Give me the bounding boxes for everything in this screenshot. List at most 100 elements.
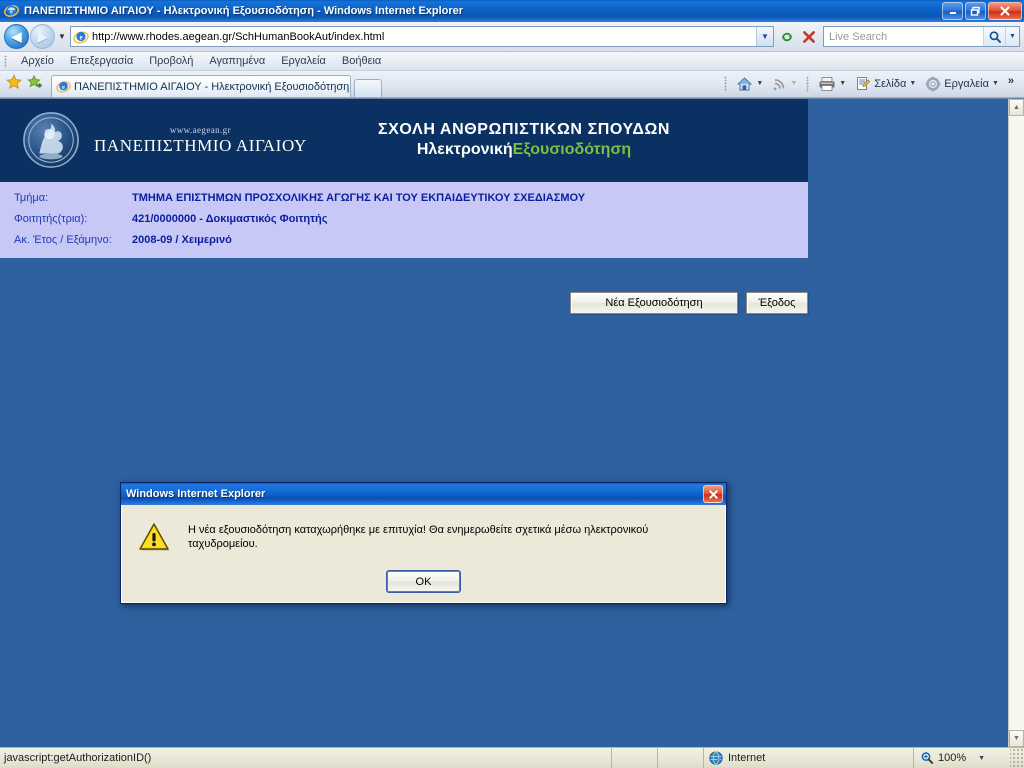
menu-item-file[interactable]: Αρχείο xyxy=(13,53,62,69)
new-tab-button[interactable] xyxy=(354,79,382,97)
school-name-label: ΣΧΟΛΗ ΑΝΘΡΩΠΙΣΤΙΚΩΝ ΣΠΟΥΔΩΝ xyxy=(377,121,671,138)
tab-title: ΠΑΝΕΠΙΣΤΗΜΙΟ ΑΙΓΑΙΟΥ - Ηλεκτρονική Εξουσ… xyxy=(74,80,350,93)
search-box[interactable]: Live Search ▼ xyxy=(823,26,1020,47)
tools-menu-label: Εργαλεία xyxy=(944,77,989,90)
chevron-down-icon[interactable]: ▼ xyxy=(992,80,999,87)
dialog-message-text: Η νέα εξουσιοδότηση καταχωρήθηκε με επιτ… xyxy=(188,523,649,550)
tab-active[interactable]: e ΠΑΝΕΠΙΣΤΗΜΙΟ ΑΙΓΑΙΟΥ - Ηλεκτρονική Εξο… xyxy=(51,75,351,97)
internet-explorer-icon: e xyxy=(4,3,20,19)
address-input-value[interactable]: http://www.rhodes.aegean.gr/SchHumanBook… xyxy=(92,31,756,43)
scroll-down-button[interactable]: ▼ xyxy=(1009,730,1024,747)
forward-button[interactable]: ▶ xyxy=(30,24,55,49)
security-zone-indicator[interactable]: Internet xyxy=(704,748,914,768)
print-button[interactable]: ▼ xyxy=(814,73,850,95)
app-title-label: ΗλεκτρονικήΕξουσιοδότηση xyxy=(417,141,631,159)
chevron-down-icon[interactable]: ▼ xyxy=(839,80,846,87)
navigation-toolbar: ◀ ▶ ▼ e http://www.rhodes.aegean.gr/SchH… xyxy=(0,22,1024,52)
window-title: ΠΑΝΕΠΙΣΤΗΜΙΟ ΑΙΓΑΙΟΥ - Ηλεκτρονική Εξουσ… xyxy=(24,5,464,17)
vertical-scrollbar[interactable]: ▲ ▼ xyxy=(1008,99,1024,747)
app-title-part-white: Ηλεκτρονική xyxy=(416,141,513,158)
dialog-titlebar: Windows Internet Explorer xyxy=(121,483,726,505)
zoom-level-label: 100% xyxy=(938,752,967,764)
menu-item-view[interactable]: Προβολή xyxy=(141,53,201,69)
favorites-center-icon[interactable] xyxy=(6,73,22,93)
page-viewport: www.aegean.gr ΠΑΝΕΠΙΣΤΗΜΙΟ ΑΙΓΑΙΟΥ ΣΧΟΛΗ… xyxy=(0,98,1024,747)
stop-button[interactable] xyxy=(798,26,820,48)
command-bar: ▼ ▼ ▼ Σελίδα ▼ Εργαλεία ▼ » xyxy=(720,70,1024,97)
university-seal-icon xyxy=(22,111,80,169)
svg-text:e: e xyxy=(10,8,13,15)
status-message: javascript:getAuthorizationID() xyxy=(0,748,612,768)
menu-item-tools[interactable]: Εργαλεία xyxy=(273,53,334,69)
resize-grip[interactable] xyxy=(1010,748,1024,768)
restore-button[interactable] xyxy=(965,2,986,20)
zoom-control[interactable]: 100% ▼ xyxy=(914,748,1024,768)
info-value-department: ΤΜΗΜΑ ΕΠΙΣΤΗΜΩΝ ΠΡΟΣΧΟΛΙΚΗΣ ΑΓΩΓΗΣ ΚΑΙ Τ… xyxy=(132,192,586,204)
home-button[interactable]: ▼ xyxy=(732,73,767,95)
chevron-down-icon[interactable]: ▼ xyxy=(909,80,916,87)
favorites-buttons xyxy=(6,71,43,97)
info-label-student: Φοιτητής(τρια): xyxy=(14,213,88,225)
security-zone-label: Internet xyxy=(728,752,766,764)
warning-triangle-icon xyxy=(138,521,170,553)
site-header-banner: www.aegean.gr ΠΑΝΕΠΙΣΤΗΜΙΟ ΑΙΓΑΙΟΥ ΣΧΟΛΗ… xyxy=(0,99,808,181)
new-authorization-button[interactable]: Νέα Εξουσιοδότηση xyxy=(570,292,738,314)
search-options-dropdown-icon[interactable]: ▼ xyxy=(1005,27,1019,46)
add-to-favorites-icon[interactable] xyxy=(27,74,43,93)
feeds-button[interactable]: ▼ xyxy=(768,73,801,94)
status-cell-2 xyxy=(658,748,704,768)
student-info-panel: Τμήμα: ΤΜΗΜΑ ΕΠΙΣΤΗΜΩΝ ΠΡΟΣΧΟΛΙΚΗΣ ΑΓΩΓΗ… xyxy=(0,181,808,258)
minimize-button[interactable] xyxy=(942,2,963,20)
info-value-student: 421/0000000 - Δοκιμαστικός Φοιτητής xyxy=(132,213,328,225)
command-bar-separator xyxy=(806,75,810,92)
command-bar-overflow-button[interactable]: » xyxy=(1004,72,1018,96)
web-page-content: www.aegean.gr ΠΑΝΕΠΙΣΤΗΜΙΟ ΑΙΓΑΙΟΥ ΣΧΟΛΗ… xyxy=(0,99,1008,747)
window-controls xyxy=(942,2,1022,20)
dialog-button-row: OK xyxy=(122,553,725,593)
university-website-label: www.aegean.gr xyxy=(169,124,231,135)
search-icon[interactable] xyxy=(983,27,1005,46)
tools-menu-button[interactable]: Εργαλεία ▼ xyxy=(921,73,1003,95)
zoom-dropdown-icon[interactable]: ▼ xyxy=(978,755,985,762)
university-name-label: ΠΑΝΕΠΙΣΤΗΜΙΟ ΑΙΓΑΙΟΥ xyxy=(94,135,307,155)
internet-globe-icon xyxy=(709,751,723,765)
school-title-block: ΣΧΟΛΗ ΑΝΘΡΩΠΙΣΤΙΚΩΝ ΣΠΟΥΔΩΝ ΗλεκτρονικήΕ… xyxy=(360,121,808,159)
menu-item-favorites[interactable]: Αγαπημένα xyxy=(201,53,273,69)
page-action-buttons: Νέα Εξουσιοδότηση Έξοδος xyxy=(0,258,808,314)
menu-item-edit[interactable]: Επεξεργασία xyxy=(62,53,141,69)
exit-button[interactable]: Έξοδος xyxy=(746,292,808,314)
page-menu-button[interactable]: Σελίδα ▼ xyxy=(851,73,920,95)
recent-pages-dropdown-icon[interactable]: ▼ xyxy=(55,26,69,48)
zoom-magnifier-icon xyxy=(920,751,934,765)
chevron-down-icon[interactable]: ▼ xyxy=(756,80,763,87)
menu-bar: Αρχείο Επεξεργασία Προβολή Αγαπημένα Εργ… xyxy=(0,52,1024,71)
toolbar-grip[interactable] xyxy=(4,54,7,68)
address-dropdown-icon[interactable]: ▼ xyxy=(756,27,773,46)
command-bar-grip[interactable] xyxy=(724,75,728,92)
dialog-title: Windows Internet Explorer xyxy=(126,488,266,500)
back-button[interactable]: ◀ xyxy=(4,24,29,49)
alert-dialog: Windows Internet Explorer Η νέα εξουσιοδ… xyxy=(120,482,727,604)
info-row-student: Φοιτητής(τρια): 421/0000000 - Δοκιμαστικ… xyxy=(14,213,808,225)
dialog-close-button[interactable] xyxy=(703,485,723,503)
tabs-area: e ΠΑΝΕΠΙΣΤΗΜΙΟ ΑΙΓΑΙΟΥ - Ηλεκτρονική Εξο… xyxy=(51,70,382,97)
info-row-academic-year: Ακ. Έτος / Εξάμηνο: 2008-09 / Χειμερινό xyxy=(14,234,808,246)
status-bar: javascript:getAuthorizationID() Internet xyxy=(0,747,1024,768)
dialog-body: Η νέα εξουσιοδότηση καταχωρήθηκε με επιτ… xyxy=(121,505,726,603)
dialog-message-row: Η νέα εξουσιοδότηση καταχωρήθηκε με επιτ… xyxy=(122,505,725,553)
tab-favicon-icon: e xyxy=(56,79,71,94)
dialog-ok-button[interactable]: OK xyxy=(386,570,461,593)
menu-item-help[interactable]: Βοήθεια xyxy=(334,53,389,69)
close-button[interactable] xyxy=(988,2,1022,20)
address-bar[interactable]: e http://www.rhodes.aegean.gr/SchHumanBo… xyxy=(70,26,774,47)
info-row-department: Τμήμα: ΤΜΗΜΑ ΕΠΙΣΤΗΜΩΝ ΠΡΟΣΧΟΛΙΚΗΣ ΑΓΩΓΗ… xyxy=(14,192,808,204)
refresh-button[interactable] xyxy=(776,26,798,48)
chevron-down-icon-disabled: ▼ xyxy=(790,80,798,87)
info-label-department: Τμήμα: xyxy=(14,192,49,204)
university-name-block: www.aegean.gr ΠΑΝΕΠΙΣΤΗΜΙΟ ΑΙΓΑΙΟΥ xyxy=(94,125,307,156)
app-title-part-green: Εξουσιοδότηση xyxy=(512,141,632,158)
scrollbar-track[interactable] xyxy=(1009,116,1024,730)
search-input[interactable]: Live Search xyxy=(824,31,983,43)
scroll-up-button[interactable]: ▲ xyxy=(1009,99,1024,116)
browser-window: e ΠΑΝΕΠΙΣΤΗΜΙΟ ΑΙΓΑΙΟΥ - Ηλεκτρονική Εξο… xyxy=(0,0,1024,768)
